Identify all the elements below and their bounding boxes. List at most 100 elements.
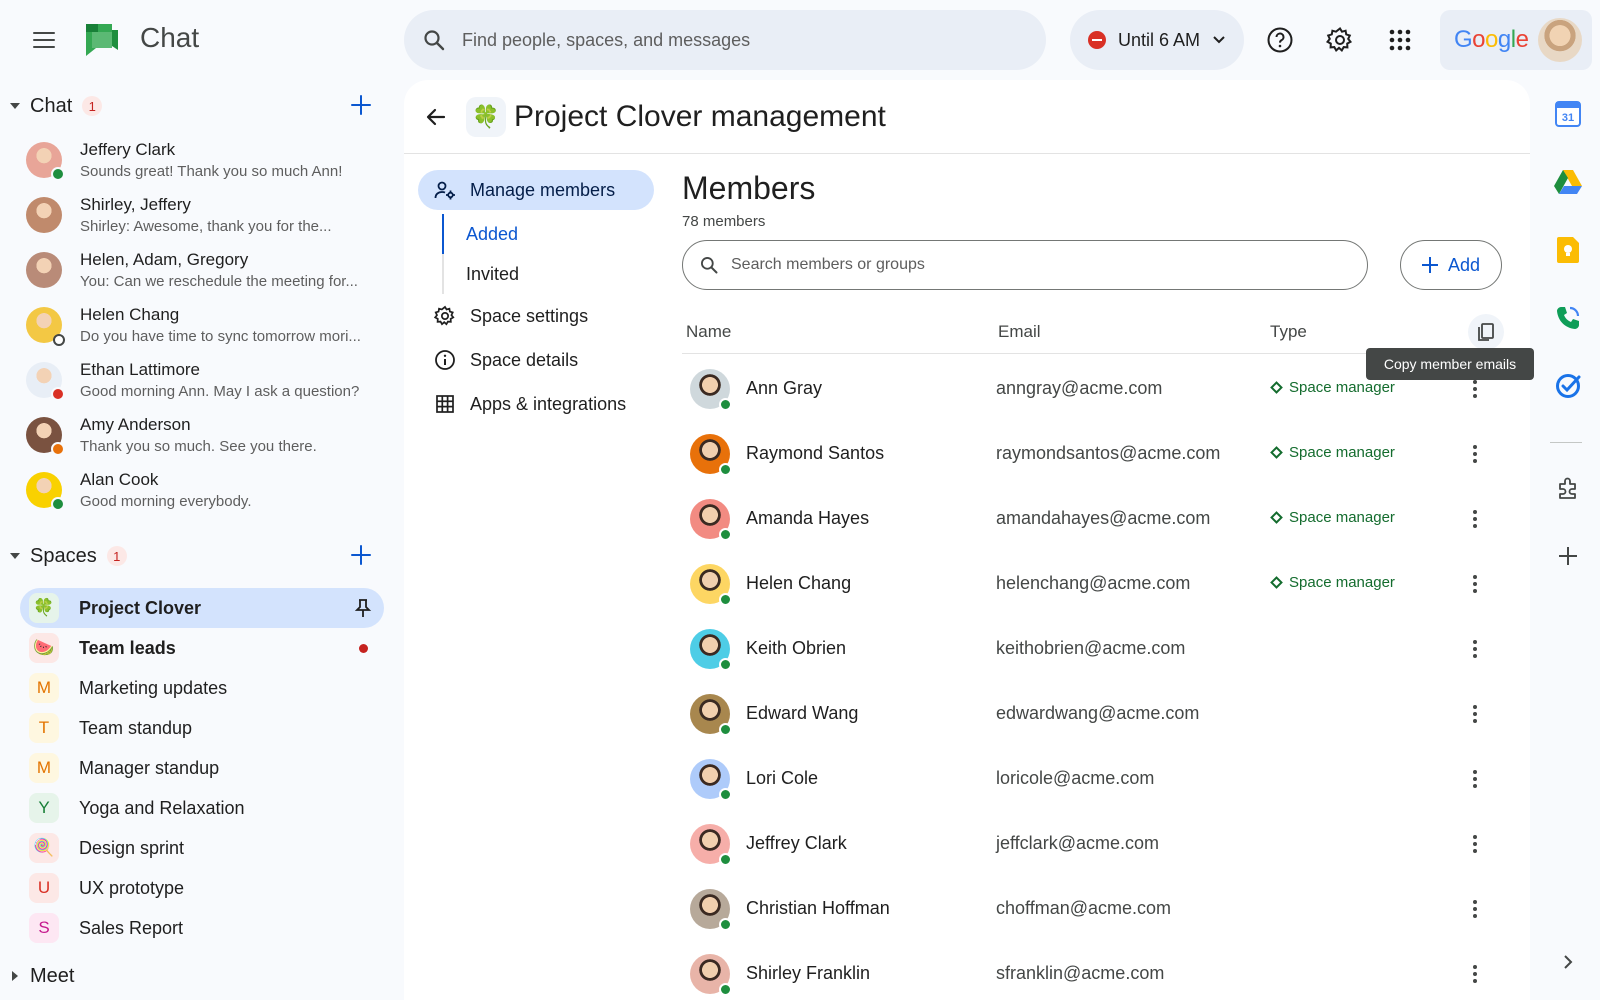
space-avatar: 🍀 [466,96,506,137]
member-search-input[interactable] [731,256,1331,274]
arrow-back-icon[interactable] [422,103,450,131]
dm-name: Helen, Adam, Gregory [80,249,249,269]
nav-added[interactable]: Added [418,214,654,254]
more-vert-icon[interactable] [1460,634,1490,664]
space-item[interactable]: 🍀 Project Clover [20,588,384,628]
space-item[interactable]: S Sales Report [20,908,384,948]
space-item[interactable]: Y Yoga and Relaxation [20,788,384,828]
dm-item[interactable]: Jeffery Clark Sounds great! Thank you so… [0,132,394,187]
dm-item[interactable]: Shirley, Jeffery Shirley: Awesome, thank… [0,187,394,242]
chat-section-header[interactable]: Chat 1 [0,84,394,128]
avatar [690,499,732,541]
plus-icon [1421,257,1438,273]
member-name: Ann Gray [746,378,823,398]
more-vert-icon[interactable] [1460,699,1490,729]
new-chat-icon[interactable] [350,94,372,116]
space-item[interactable]: M Manager standup [20,748,384,788]
status-button[interactable]: Until 6 AM [1070,10,1244,70]
presence-indicator [719,918,732,931]
new-space-icon[interactable] [350,544,372,566]
member-search-bar[interactable] [682,240,1368,290]
spaces-section-label: Spaces [30,544,97,567]
table-row[interactable]: Amanda Hayes amandahayes@acme.com Space … [682,486,1502,551]
search-input[interactable] [462,29,1022,51]
voice-icon[interactable] [1552,302,1584,334]
more-vert-icon[interactable] [1460,504,1490,534]
nav-manage-members[interactable]: Manage members [418,170,654,210]
chat-section-label: Chat [30,94,73,117]
add-ons-icon[interactable] [1552,472,1584,504]
account-avatar[interactable] [1538,18,1582,62]
space-item[interactable]: M Marketing updates [20,668,384,708]
collapse-icon[interactable] [10,103,20,109]
table-row[interactable]: Keith Obrien keithobrien@acme.com [682,616,1502,681]
meet-section-label: Meet [30,964,75,987]
table-row[interactable]: Helen Chang helenchang@acme.com Space ma… [682,551,1502,616]
dm-item[interactable]: Janice Castro [0,517,394,526]
presence-indicator [51,166,65,181]
presence-indicator [51,386,65,401]
avatar [690,434,732,476]
member-name: Raymond Santos [746,443,885,463]
expand-icon[interactable] [12,971,18,981]
help-icon[interactable] [1262,22,1298,58]
meet-section-header[interactable]: Meet [0,954,394,998]
dm-item[interactable]: Helen, Adam, Gregory You: Can we resched… [0,242,394,297]
table-row[interactable]: Raymond Santos raymondsantos@acme.com Sp… [682,421,1502,486]
apps-grid-icon[interactable] [1382,22,1418,58]
avatar [690,889,732,931]
more-vert-icon[interactable] [1460,569,1490,599]
add-icon[interactable] [1552,540,1584,572]
dm-snippet: Do you have time to sync tomorrow mori..… [80,327,361,345]
avatar [690,564,732,606]
dm-item[interactable]: Ethan Lattimore Good morning Ann. May I … [0,352,394,407]
dm-item[interactable]: Amy Anderson Thank you so much. See you … [0,407,394,462]
nav-space-settings[interactable]: Space settings [418,296,654,336]
table-row[interactable]: Jeffrey Clark jeffclark@acme.com [682,811,1502,876]
more-vert-icon[interactable] [1460,764,1490,794]
more-vert-icon[interactable] [1460,829,1490,859]
more-vert-icon[interactable] [1460,439,1490,469]
space-manager-icon [1270,381,1283,394]
member-name: Edward Wang [746,703,859,723]
hamburger-icon[interactable] [30,26,58,54]
dm-item[interactable]: Helen Chang Do you have time to sync tom… [0,297,394,352]
top-bar: Chat Until 6 AM Google [0,0,1600,80]
keep-icon[interactable] [1552,234,1584,266]
spaces-section-header[interactable]: Spaces 1 [0,534,394,578]
table-row[interactable]: Shirley Franklin sfranklin@acme.com [682,941,1502,1000]
pin-icon[interactable] [354,598,372,618]
nav-space-details[interactable]: Space details [418,340,654,380]
more-vert-icon[interactable] [1460,894,1490,924]
search-bar[interactable] [404,10,1046,70]
avatar [690,954,732,996]
space-icon: 🍀 [29,593,59,623]
calendar-icon[interactable]: 31 [1552,98,1584,130]
more-vert-icon[interactable] [1460,959,1490,989]
nav-apps-integrations[interactable]: Apps & integrations [418,384,654,424]
table-row[interactable]: Lori Cole loricole@acme.com [682,746,1502,811]
space-item[interactable]: U UX prototype [20,868,384,908]
member-type-label: Space manager [1289,444,1395,461]
space-item[interactable]: T Team standup [20,708,384,748]
space-manager-icon [1270,511,1283,524]
nav-invited[interactable]: Invited [418,254,654,294]
copy-emails-button[interactable] [1468,314,1504,350]
space-item[interactable]: 🍉 Team leads [20,628,384,668]
members-title: Members [682,170,816,206]
space-item[interactable]: 🍭 Design sprint [20,828,384,868]
chevron-right-icon[interactable] [1552,946,1584,978]
gear-icon[interactable] [1322,22,1358,58]
add-members-button[interactable]: Add [1400,240,1502,290]
tasks-icon[interactable] [1552,370,1584,402]
nav-manage-members-label: Manage members [470,179,616,200]
dm-item[interactable]: Alan Cook Good morning everybody. [0,462,394,517]
table-row[interactable]: Christian Hoffman choffman@acme.com [682,876,1502,941]
column-name: Name [686,322,732,341]
presence-indicator [51,496,65,511]
member-email: keithobrien@acme.com [996,638,1186,658]
collapse-icon[interactable] [10,553,20,559]
drive-icon[interactable] [1552,166,1584,198]
account-switcher[interactable]: Google [1440,10,1592,70]
table-row[interactable]: Edward Wang edwardwang@acme.com [682,681,1502,746]
